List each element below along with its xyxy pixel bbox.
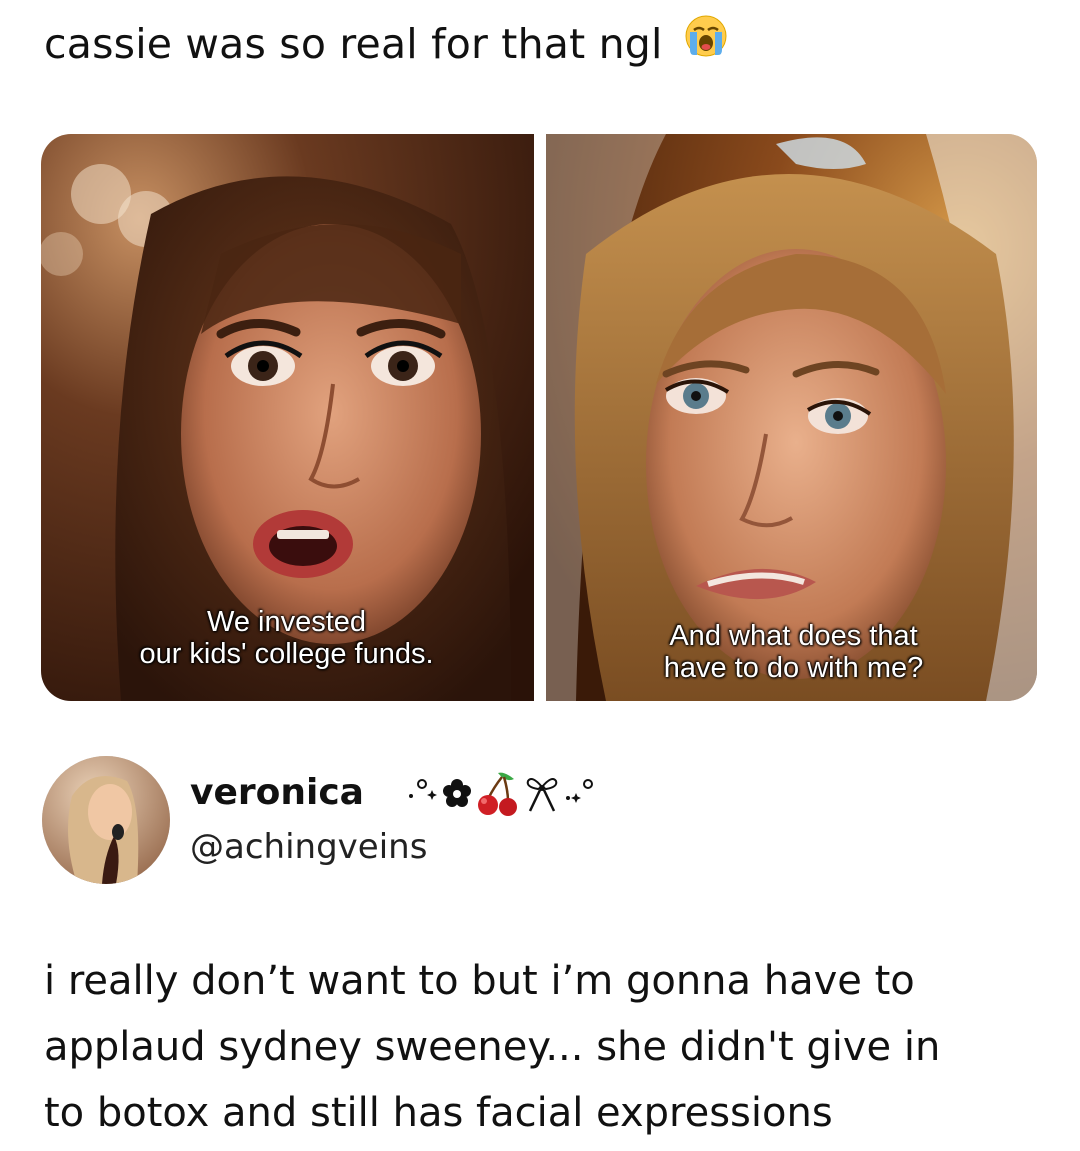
flower-icon: [443, 779, 471, 807]
post-text: i really don’t want to but i’m gonna hav…: [44, 948, 1054, 1146]
display-name[interactable]: veronica: [190, 770, 364, 816]
caption-text: cassie was so real for that ngl: [44, 20, 663, 68]
bow-icon: [526, 778, 558, 812]
post-author: veronica @achingveins: [42, 756, 742, 886]
meme-image: We invested our kids' college funds. And…: [41, 134, 1037, 701]
cherries-icon: [478, 772, 517, 816]
right-panel-subtitle: And what does that have to do with me?: [550, 620, 1037, 684]
post-text-line: i really don’t want to but i’m gonna hav…: [44, 958, 915, 1004]
subtitle-line: And what does that: [669, 620, 918, 652]
subtitle-line: have to do with me?: [663, 652, 924, 684]
meme-caption: cassie was so real for that ngl: [44, 14, 728, 77]
right-panel-image: And what does that have to do with me?: [546, 134, 1037, 701]
post-text-line: to botox and still has facial expression…: [44, 1090, 833, 1136]
loudly-crying-face-icon: [684, 14, 728, 74]
bride-tearful-illustration: [546, 134, 1037, 701]
left-panel-subtitle: We invested our kids' college funds.: [41, 606, 534, 670]
sparkle-dots-icon: [409, 779, 437, 800]
subtitle-line: We invested: [206, 606, 367, 638]
user-handle[interactable]: @achingveins: [190, 824, 427, 870]
left-panel-image: We invested our kids' college funds.: [41, 134, 534, 701]
sparkle-dots-icon: [566, 779, 593, 803]
avatar[interactable]: [42, 756, 170, 884]
post-text-line: applaud sydney sweeney... she didn't giv…: [44, 1024, 941, 1070]
subtitle-line: our kids' college funds.: [139, 638, 434, 670]
display-name-decorations: [406, 770, 596, 816]
